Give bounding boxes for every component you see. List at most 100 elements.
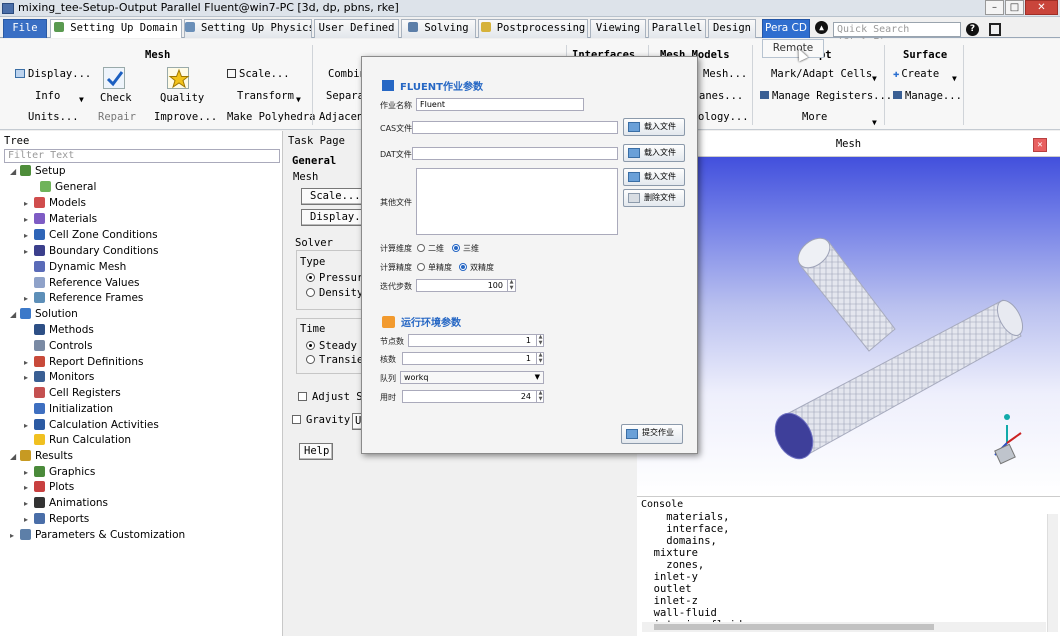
tab-setting-up-physics[interactable]: Setting Up Physics xyxy=(184,19,312,38)
tab-solving[interactable]: Solving xyxy=(401,19,476,38)
pera-remote-menu-item[interactable]: Remote xyxy=(762,39,824,58)
other-files-list[interactable] xyxy=(416,168,618,235)
tree-item-reports[interactable]: ▸ Reports xyxy=(24,512,89,528)
collapse-icon[interactable]: ◢ xyxy=(10,307,20,322)
chevron-down-icon[interactable]: ▼ xyxy=(872,118,877,127)
load-other-button[interactable]: 载入文件 xyxy=(623,168,685,186)
chevron-down-icon[interactable]: ▼ xyxy=(952,74,957,83)
chevron-down-icon[interactable]: ▼ xyxy=(296,95,301,104)
tab-file[interactable]: File xyxy=(3,19,47,38)
expand-icon[interactable]: ▸ xyxy=(24,418,34,433)
close-icon[interactable]: ✕ xyxy=(1033,138,1047,152)
scroll-thumb[interactable] xyxy=(654,624,934,630)
tree-item-animations[interactable]: ▸ Animations xyxy=(24,496,108,512)
expand-icon[interactable]: ▸ xyxy=(24,196,34,211)
help-icon[interactable]: ? xyxy=(966,23,979,36)
tree-item-calculation-activities[interactable]: ▸ Calculation Activities xyxy=(24,418,159,434)
minimize-button[interactable]: – xyxy=(985,0,1004,15)
tree-item-reference-values[interactable]: Reference Values xyxy=(24,276,140,292)
collapse-icon[interactable]: ◢ xyxy=(10,164,20,179)
tree-item-reference-frames[interactable]: ▸ Reference Frames xyxy=(24,291,143,307)
tab-design[interactable]: Design xyxy=(708,19,756,38)
iterations-spinner[interactable]: ▲ ▼ xyxy=(507,279,515,292)
mesh-transform-button[interactable]: Transform xyxy=(237,90,294,102)
display-button[interactable]: Display... xyxy=(301,209,373,226)
tree-item-solution[interactable]: ◢ Solution xyxy=(10,307,78,323)
help-button[interactable]: Help xyxy=(299,443,333,460)
duration-input[interactable]: 24 xyxy=(402,390,544,403)
cores-spinner[interactable]: ▲ ▼ xyxy=(536,352,544,365)
layout-icon[interactable] xyxy=(989,23,1001,36)
expand-icon[interactable]: ▸ xyxy=(24,291,34,306)
nodes-input[interactable]: 1 xyxy=(408,334,544,347)
maximize-button[interactable]: □ xyxy=(1005,0,1024,15)
more-button[interactable]: More xyxy=(802,111,827,123)
dim-2d-radio[interactable]: 二维 xyxy=(417,243,444,254)
expand-icon[interactable]: ▸ xyxy=(24,228,34,243)
iterations-input[interactable]: 100 xyxy=(416,279,516,292)
tree-item-initialization[interactable]: Initialization xyxy=(24,402,113,418)
tree-item-monitors[interactable]: ▸ Monitors xyxy=(24,370,94,386)
cas-file-input[interactable] xyxy=(412,121,618,134)
tree-item-materials[interactable]: ▸ Materials xyxy=(24,212,97,228)
tree-filter-input[interactable]: Filter Text xyxy=(4,149,280,163)
expand-icon[interactable]: ▸ xyxy=(24,244,34,259)
double-precision-radio[interactable]: 双精度 xyxy=(459,262,494,273)
steady-radio[interactable]: Steady xyxy=(306,340,357,352)
gravity-checkbox[interactable]: Gravity xyxy=(292,414,350,426)
tree-item-report-definitions[interactable]: ▸ Report Definitions xyxy=(24,355,143,371)
load-dat-button[interactable]: 载入文件 xyxy=(623,144,685,162)
mesh-models-planes-button[interactable]: anes... xyxy=(699,90,743,102)
tree-item-dynamic-mesh[interactable]: Dynamic Mesh xyxy=(24,260,126,276)
tree-item-cell-registers[interactable]: Cell Registers xyxy=(24,386,121,402)
load-cas-button[interactable]: 载入文件 xyxy=(623,118,685,136)
graphics-viewer[interactable]: Mesh ✕ xyxy=(637,131,1060,496)
manage-registers-button[interactable]: Manage Registers... xyxy=(760,90,892,102)
duration-spinner[interactable]: ▲ ▼ xyxy=(536,390,544,403)
mesh-models-mesh-button[interactable]: Mesh... xyxy=(703,68,747,80)
expand-icon[interactable]: ▸ xyxy=(24,480,34,495)
close-window-button[interactable]: ✕ xyxy=(1025,0,1058,15)
tree-item-run-calculation[interactable]: Run Calculation xyxy=(24,433,131,449)
delete-file-button[interactable]: 删除文件 xyxy=(623,189,685,207)
chevron-down-icon[interactable]: ▼ xyxy=(872,74,877,83)
mesh-info-button[interactable]: Info xyxy=(35,90,60,102)
cores-input[interactable]: 1 xyxy=(402,352,544,365)
expand-icon[interactable]: ▸ xyxy=(24,355,34,370)
tab-postprocessing[interactable]: Postprocessing xyxy=(478,19,588,38)
mesh-display-button[interactable]: Display... xyxy=(15,68,91,80)
expand-icon[interactable]: ▸ xyxy=(24,512,34,527)
tree-item-parameters[interactable]: ▸ Parameters & Customization xyxy=(10,528,185,544)
make-polyhedra-button[interactable]: Make Polyhedra xyxy=(227,111,316,123)
quick-search-input[interactable]: Quick Search (Ctrl+F) xyxy=(833,22,961,48)
console-horizontal-scrollbar[interactable] xyxy=(642,622,1046,632)
job-name-input[interactable]: Fluent xyxy=(416,98,584,111)
expand-icon[interactable]: ▸ xyxy=(24,496,34,511)
tab-setting-up-domain[interactable]: Setting Up Domain xyxy=(50,19,182,38)
tab-pera-cd[interactable]: Pera CD xyxy=(762,19,810,38)
submit-job-button[interactable]: 提交作业 xyxy=(621,424,683,444)
tree-item-methods[interactable]: Methods xyxy=(24,323,94,339)
tree-item-boundary-conditions[interactable]: ▸ Boundary Conditions xyxy=(24,244,158,260)
surface-create-button[interactable]: ✚ Create xyxy=(893,68,939,80)
nodes-spinner[interactable]: ▲ ▼ xyxy=(536,334,544,347)
tab-parallel[interactable]: Parallel xyxy=(648,19,706,38)
chevron-down-icon[interactable]: ▼ xyxy=(79,95,84,104)
collapse-ribbon-icon[interactable]: ▲ xyxy=(815,21,828,34)
collapse-icon[interactable]: ◢ xyxy=(10,449,20,464)
tab-user-defined[interactable]: User Defined xyxy=(314,19,399,38)
tree-item-cell-zone-conditions[interactable]: ▸ Cell Zone Conditions xyxy=(24,228,158,244)
mesh-quality-button[interactable]: Quality xyxy=(160,92,204,104)
expand-icon[interactable]: ▸ xyxy=(10,528,20,543)
console-vertical-scrollbar[interactable] xyxy=(1047,514,1058,632)
console-panel[interactable]: Console materials, interface, domains, m… xyxy=(637,496,1060,636)
mesh-models-topology-button[interactable]: ology... xyxy=(698,111,749,123)
tree-item-results[interactable]: ◢ Results xyxy=(10,449,73,465)
tab-viewing[interactable]: Viewing xyxy=(590,19,646,38)
mesh-repair-button[interactable]: Repair xyxy=(98,111,136,123)
single-precision-radio[interactable]: 单精度 xyxy=(417,262,452,273)
tree-item-setup[interactable]: ◢ Setup xyxy=(10,164,66,180)
queue-select[interactable]: workq ▼ xyxy=(400,371,544,384)
expand-icon[interactable]: ▸ xyxy=(24,465,34,480)
mesh-improve-button[interactable]: Improve... xyxy=(154,111,217,123)
